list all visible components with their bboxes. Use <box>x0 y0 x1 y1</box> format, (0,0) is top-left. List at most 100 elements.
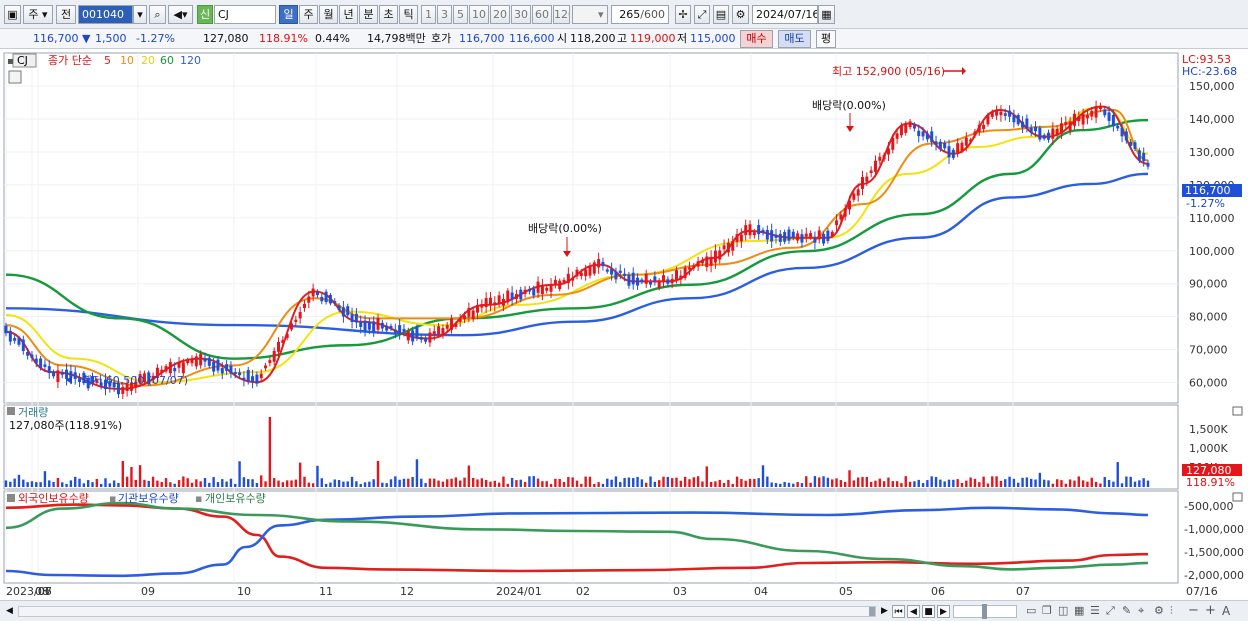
volume-bar <box>952 479 955 487</box>
scroll-right-icon[interactable]: ▶ <box>878 605 891 618</box>
candle-body <box>830 231 834 237</box>
candle-body <box>995 110 999 116</box>
go-first-icon[interactable]: ⏮ <box>892 605 905 618</box>
candle-body <box>255 374 259 384</box>
stock-code-input[interactable]: 001040 <box>78 5 133 24</box>
tick-20[interactable]: 20 <box>490 5 510 24</box>
candle-body <box>363 320 367 332</box>
copy-icon[interactable]: ❐ <box>1042 604 1052 618</box>
date-field[interactable]: 2024/07/16 <box>752 5 818 24</box>
volume-bar <box>835 478 838 487</box>
scroll-thumb[interactable] <box>869 607 875 616</box>
layout-icon[interactable]: ▭ <box>1026 604 1036 618</box>
volume-bar <box>826 477 830 487</box>
candle-body <box>614 271 618 280</box>
period-year[interactable]: 년 <box>339 5 358 24</box>
go-next-icon[interactable]: ▶ <box>937 605 950 618</box>
volume-bar <box>1004 479 1007 487</box>
volume-bar <box>497 482 501 487</box>
period-tick[interactable]: 틱 <box>399 5 418 24</box>
candle-body <box>999 111 1003 116</box>
volume-bar <box>121 461 124 487</box>
stop-icon[interactable]: ■ <box>922 605 935 618</box>
stock-name-field[interactable]: CJ <box>214 5 276 24</box>
split-icon[interactable]: ◫ <box>1058 604 1068 618</box>
x-tick-label: 11 <box>319 585 333 598</box>
list-icon[interactable]: ☰ <box>1090 604 1100 618</box>
tick-10[interactable]: 10 <box>469 5 489 24</box>
grid-icon[interactable]: ▦ <box>1074 604 1084 618</box>
chevron-down-icon[interactable]: ▾ <box>133 5 147 24</box>
tick-60[interactable]: 60 <box>532 5 552 24</box>
period-second[interactable]: 초 <box>379 5 398 24</box>
gear-icon[interactable]: ⚙ <box>732 5 749 24</box>
scroll-left-icon[interactable]: ◀ <box>3 605 16 618</box>
expand-icon[interactable]: ⤢ <box>1106 604 1115 618</box>
chart-area[interactable]: 60,000 70,000 80,000 90,000 100,000 110,000 12… <box>0 49 1248 600</box>
candle-body <box>735 234 739 242</box>
tick-3[interactable]: 3 <box>437 5 452 24</box>
eval-button[interactable]: 평 <box>816 30 836 48</box>
type-select[interactable]: 주 ▾ <box>23 5 53 24</box>
tick-120[interactable]: 120 <box>553 5 570 24</box>
candle-body <box>484 298 488 308</box>
volume-bar <box>454 477 458 487</box>
period-minute[interactable]: 분 <box>359 5 378 24</box>
volume-bar <box>415 459 419 487</box>
tick-custom-select[interactable]: ▾ <box>572 5 608 24</box>
scroll-track[interactable] <box>18 606 876 617</box>
font-size-button[interactable]: A <box>1222 604 1230 618</box>
tick-1[interactable]: 1 <box>421 5 436 24</box>
volume-bar <box>311 483 315 487</box>
legend-stock: CJ <box>17 54 28 67</box>
window-icon[interactable]: ▣ <box>4 5 21 24</box>
volume-bar <box>363 482 367 487</box>
volume-close-icon[interactable] <box>1232 406 1243 416</box>
tick-5[interactable]: 5 <box>453 5 468 24</box>
go-prev-icon[interactable]: ◀ <box>907 605 920 618</box>
holdings-close-icon[interactable] <box>1232 492 1243 502</box>
tick-30[interactable]: 30 <box>511 5 531 24</box>
count-field[interactable]: 265/600 <box>611 5 669 24</box>
volume-bar <box>225 481 228 487</box>
scroll-bar: ◀ ▶ ⏮ ◀ ■ ▶ ▭ ❐ ◫ ▦ ☰ ⤢ ✎ ⌖ ⚙ ⫶ − + A <box>0 600 1248 621</box>
buy-button[interactable]: 매수 <box>740 30 773 48</box>
candle-body <box>264 365 268 369</box>
settings-dots-icon[interactable]: ▪ <box>7 56 14 67</box>
zoom-out-button[interactable]: − <box>1188 604 1199 618</box>
period-week[interactable]: 주 <box>299 5 318 24</box>
candle-body <box>160 369 164 373</box>
search-icon[interactable]: ⌕ <box>149 5 166 24</box>
current-price: 116,700 ▼ <box>33 32 91 45</box>
candle-body <box>917 130 921 137</box>
candle-body <box>173 368 177 372</box>
zoom-in-button[interactable]: + <box>1205 604 1216 618</box>
zoom-slider-thumb[interactable] <box>982 604 987 619</box>
magnet-icon[interactable]: ⌖ <box>1138 604 1144 618</box>
legend-sep-1: ▪ <box>109 492 116 505</box>
tool-icon[interactable]: ✎ <box>1122 604 1131 618</box>
zoom-slider[interactable] <box>953 604 1017 619</box>
settings-icon[interactable]: ⚙ <box>1154 604 1164 618</box>
candle-body <box>873 160 877 172</box>
prev-button[interactable]: 전 <box>56 5 76 24</box>
candle-body <box>238 372 242 376</box>
volume-bar <box>277 480 280 487</box>
draw-line-icon[interactable]: ⤢ <box>694 5 710 24</box>
candle-body <box>1107 112 1111 121</box>
speaker-icon[interactable]: ◀▾ <box>168 5 193 24</box>
chart-type-icon[interactable]: ⫶ <box>1170 604 1173 618</box>
volume-bar <box>428 478 432 487</box>
period-day[interactable]: 일 <box>279 5 298 24</box>
volume-bar <box>420 478 423 487</box>
table-toggle-icon[interactable] <box>8 70 22 84</box>
calendar-icon[interactable]: ▦ <box>818 5 835 24</box>
cursor-tool-icon[interactable]: ✢ <box>675 5 691 24</box>
save-icon[interactable]: ▤ <box>713 5 729 24</box>
candle-body <box>597 259 601 268</box>
candle-body <box>770 230 774 242</box>
period-month[interactable]: 월 <box>319 5 338 24</box>
volume-bar <box>86 480 90 487</box>
sell-button[interactable]: 매도 <box>778 30 811 48</box>
volume-bar <box>856 477 860 487</box>
